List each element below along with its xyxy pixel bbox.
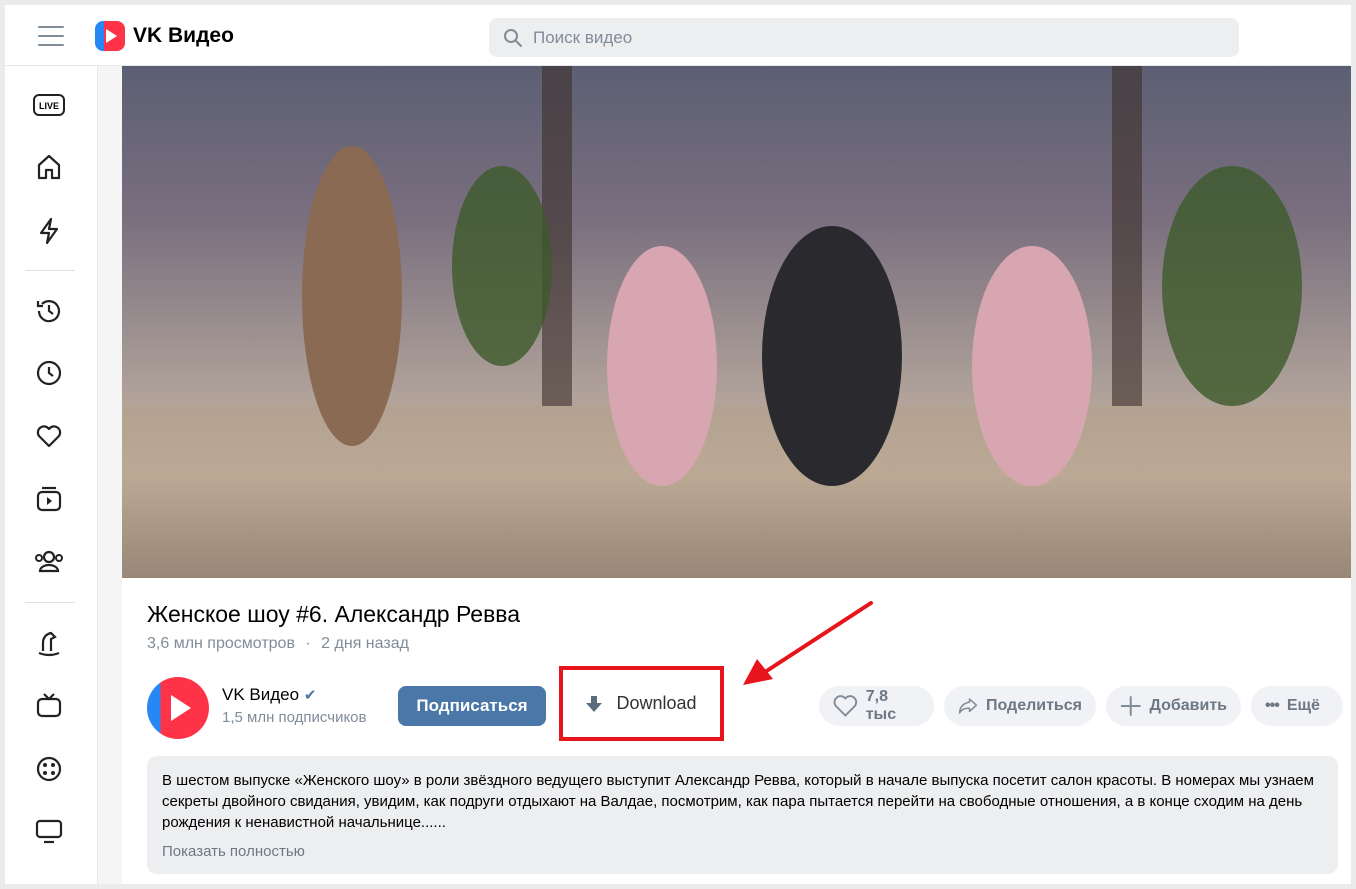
- video-library-icon: [36, 486, 62, 512]
- page: VK Видео LIVE: [5, 5, 1351, 884]
- header: VK Видео: [5, 5, 1351, 66]
- heart-icon: [36, 425, 62, 448]
- live-icon: LIVE: [33, 94, 65, 116]
- sidebar-item-subscriptions[interactable]: [32, 544, 66, 578]
- sidebar-item-history[interactable]: [32, 294, 66, 328]
- search-bar[interactable]: [489, 18, 1239, 57]
- more-button[interactable]: ••• Ещё: [1251, 686, 1343, 726]
- logo-text: VK Видео: [133, 24, 234, 47]
- logo[interactable]: VK Видео: [95, 21, 234, 51]
- video-meta: 3,6 млн просмотров · 2 дня назад: [147, 635, 409, 652]
- share-button[interactable]: Поделиться: [944, 686, 1096, 726]
- subscriber-count: 1,5 млн подписчиков: [222, 709, 367, 726]
- channel-avatar[interactable]: [147, 677, 209, 739]
- like-button[interactable]: 7,8 тыс: [819, 686, 934, 726]
- users-icon: [35, 550, 63, 573]
- sidebar-item-watch-later[interactable]: [32, 356, 66, 390]
- download-arrow-icon: [586, 695, 603, 712]
- sidebar: LIVE: [5, 66, 98, 884]
- video-title: Женское шоу #6. Александр Ревва: [147, 601, 521, 627]
- video-player[interactable]: [122, 66, 1351, 578]
- sidebar-item-movies[interactable]: [32, 752, 66, 786]
- sidebar-item-home[interactable]: [32, 150, 66, 184]
- sidebar-item-live[interactable]: LIVE: [32, 88, 66, 122]
- description-text: В шестом выпуске «Женского шоу» в роли з…: [162, 772, 1314, 831]
- svg-text:LIVE: LIVE: [39, 101, 59, 111]
- heart-icon: [833, 695, 858, 717]
- description-box: В шестом выпуске «Женского шоу» в роли з…: [147, 756, 1338, 874]
- content-gutter: [98, 66, 122, 884]
- monitor-icon: [35, 819, 63, 844]
- subscribe-button[interactable]: Подписаться: [398, 686, 546, 726]
- vk-video-logo-icon: [95, 21, 125, 51]
- download-button[interactable]: Download: [559, 666, 724, 741]
- rocking-horse-icon: [38, 631, 60, 657]
- share-icon: [958, 698, 978, 714]
- ellipsis-icon: •••: [1265, 697, 1280, 714]
- view-count: 3,6 млн просмотров: [147, 635, 295, 652]
- channel-name[interactable]: VK Видео ✔: [222, 685, 316, 705]
- home-icon: [37, 154, 61, 180]
- film-reel-icon: [36, 756, 62, 782]
- sidebar-item-screen[interactable]: [32, 814, 66, 848]
- video-frame: [122, 66, 1351, 578]
- history-icon: [36, 300, 61, 323]
- search-icon: [504, 28, 522, 47]
- clock-icon: [36, 360, 62, 386]
- sidebar-item-shorts[interactable]: [32, 214, 66, 248]
- sidebar-item-kids[interactable]: [32, 626, 66, 660]
- add-button[interactable]: Добавить: [1106, 686, 1241, 726]
- lightning-icon: [39, 217, 59, 245]
- sidebar-item-liked[interactable]: [32, 419, 66, 453]
- verified-icon: ✔: [303, 687, 317, 704]
- sidebar-item-tv[interactable]: [32, 688, 66, 722]
- tv-icon: [36, 693, 62, 718]
- show-more-link[interactable]: Показать полностью: [162, 841, 305, 862]
- upload-date: 2 дня назад: [321, 635, 409, 652]
- plus-icon: [1120, 696, 1141, 716]
- menu-icon[interactable]: [38, 26, 64, 46]
- search-input[interactable]: [533, 27, 1183, 48]
- sidebar-item-my-videos[interactable]: [32, 482, 66, 516]
